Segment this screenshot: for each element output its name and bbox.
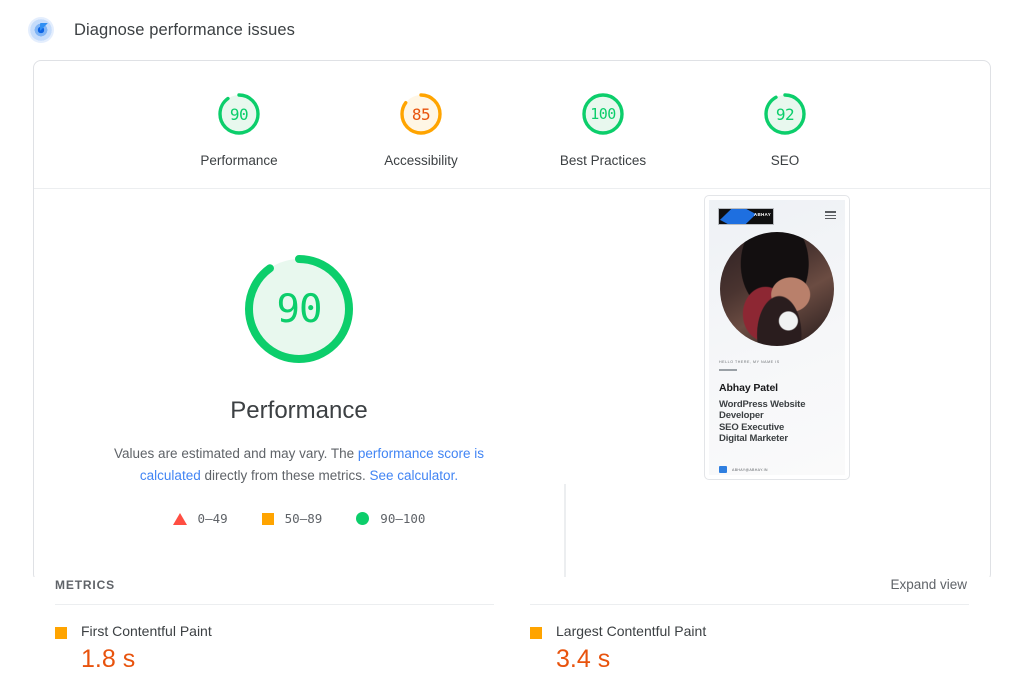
thumbnail-person-name: Abhay Patel: [719, 381, 779, 394]
metric-row: Largest Contentful Paint: [530, 623, 969, 639]
thumbnail-divider: [719, 369, 737, 371]
page-header: Diagnose performance issues: [0, 0, 1024, 60]
site-logo-text: ABHAY: [753, 212, 771, 217]
metrics-columns: First Contentful Paint 1.8 s Largest Con…: [33, 604, 991, 674]
legend-item-pass: 90–100: [356, 511, 425, 526]
description-text-2: directly from these metrics.: [200, 468, 370, 483]
performance-pane: 90 Performance Values are estimated and …: [34, 245, 564, 581]
gauge-value-performance: 90: [229, 104, 249, 124]
legend-range-average: 50–89: [284, 511, 323, 526]
card-body: 90 Performance Values are estimated and …: [34, 189, 990, 581]
metric-row: First Contentful Paint: [55, 623, 494, 639]
metric-largest-contentful-paint[interactable]: Largest Contentful Paint 3.4 s: [530, 604, 969, 674]
description-text-1: Values are estimated and may vary. The: [114, 446, 358, 461]
legend-range-pass: 90–100: [380, 511, 426, 526]
thumbnail-topbar: ABHAY: [709, 200, 845, 225]
triangle-fail-icon: [172, 512, 187, 525]
gauge-value-accessibility: 85: [411, 104, 431, 124]
metric-value: 3.4 s: [556, 645, 611, 673]
gauge-best-practices: 100: [578, 89, 628, 139]
gauge-value-best-practices: 100: [590, 105, 616, 123]
gauge-performance: 90: [214, 89, 264, 139]
square-average-icon: [530, 627, 542, 639]
page-title: Diagnose performance issues: [74, 20, 295, 39]
vertical-divider: [564, 484, 566, 581]
square-average-icon: [55, 627, 67, 639]
circle-pass-icon: [356, 512, 370, 525]
see-calculator-link[interactable]: See calculator.: [370, 468, 459, 483]
category-best-practices[interactable]: 100 Best Practices: [545, 89, 661, 168]
page-thumbnail[interactable]: ABHAY HELLO THERE, MY NAME IS Abhay Pate…: [704, 195, 850, 480]
category-seo[interactable]: 92 SEO: [727, 89, 843, 168]
thumbnail-content: ABHAY HELLO THERE, MY NAME IS Abhay Pate…: [709, 200, 845, 475]
category-label-seo: SEO: [770, 153, 800, 168]
gauge-seo: 92: [760, 89, 810, 139]
email-icon: [719, 466, 727, 473]
thumbnail-footer: ABHAY@ABHAY.IN: [719, 466, 768, 473]
thumbnail-roles: WordPress Website Developer SEO Executiv…: [719, 398, 806, 445]
category-accessibility[interactable]: 85 Accessibility: [363, 89, 479, 168]
metrics-section-title: METRICS: [55, 578, 115, 592]
gauge-accessibility: 85: [396, 89, 446, 139]
performance-gauge-value: 90: [276, 286, 323, 332]
gauge-value-seo: 92: [775, 104, 795, 124]
performance-heading: Performance: [230, 397, 368, 424]
thumbnail-footer-text: ABHAY@ABHAY.IN: [732, 467, 768, 472]
performance-gauge-large: 90: [235, 245, 363, 373]
metric-first-contentful-paint[interactable]: First Contentful Paint 1.8 s: [55, 604, 494, 674]
spark-diagnose-icon: [28, 17, 54, 43]
metric-label: Largest Contentful Paint: [556, 623, 707, 639]
metrics-header: METRICS Expand view: [33, 577, 991, 592]
performance-description: Values are estimated and may vary. The p…: [89, 443, 509, 487]
final-screenshot-pane: ABHAY HELLO THERE, MY NAME IS Abhay Pate…: [564, 195, 990, 581]
metric-label: First Contentful Paint: [81, 623, 212, 639]
legend-item-average: 50–89: [261, 511, 323, 526]
legend-range-fail: 0–49: [197, 511, 228, 526]
category-label-performance: Performance: [200, 153, 278, 168]
thumbnail-kicker: HELLO THERE, MY NAME IS: [719, 360, 780, 364]
legend-item-fail: 0–49: [172, 511, 228, 526]
metric-value: 1.8 s: [81, 645, 136, 673]
category-score-strip: 90 Performance 85 Accessibility 100 Best…: [34, 61, 990, 189]
site-logo-icon: ABHAY: [718, 208, 774, 225]
hero-portrait-image: [720, 232, 834, 346]
score-legend: 0–49 50–89 90–100: [172, 511, 425, 526]
category-label-best-practices: Best Practices: [559, 153, 647, 168]
hamburger-menu-icon: [825, 211, 836, 221]
report-card: 90 Performance 85 Accessibility 100 Best…: [33, 60, 991, 582]
category-performance[interactable]: 90 Performance: [181, 89, 297, 168]
category-label-accessibility: Accessibility: [384, 153, 458, 168]
expand-view-button[interactable]: Expand view: [890, 577, 967, 592]
square-average-icon: [261, 512, 274, 525]
metrics-section: METRICS Expand view First Contentful Pai…: [33, 577, 991, 674]
